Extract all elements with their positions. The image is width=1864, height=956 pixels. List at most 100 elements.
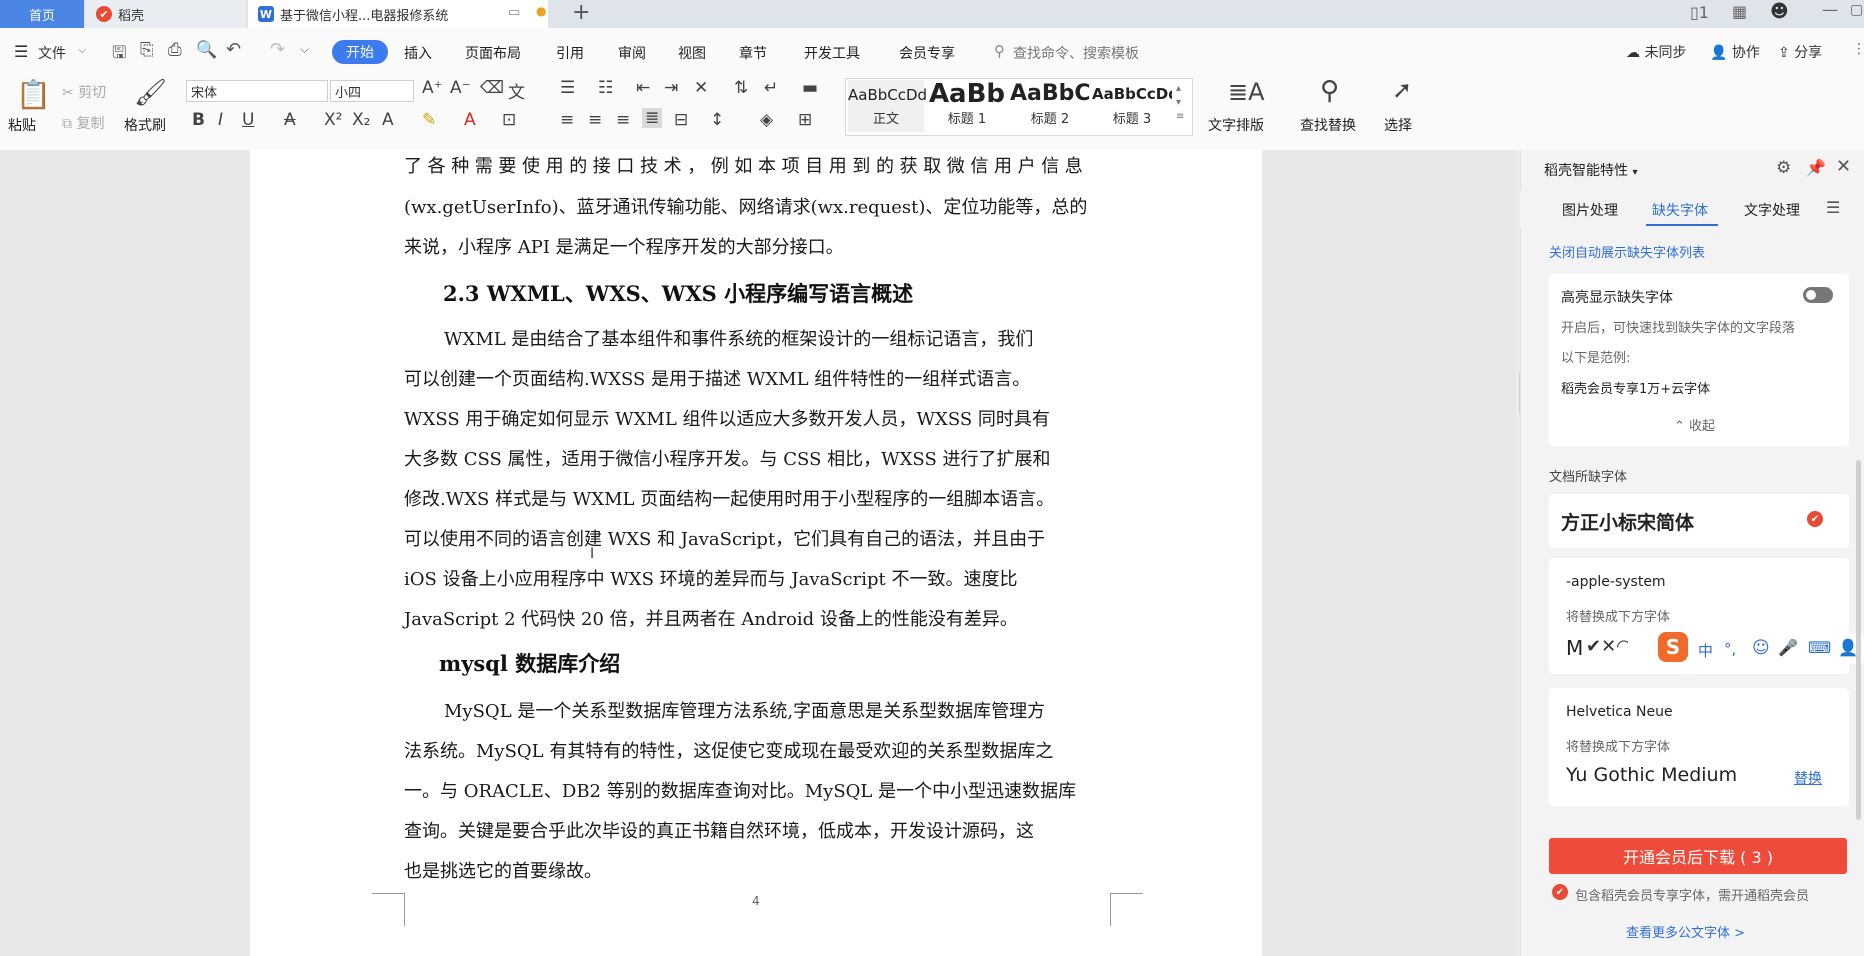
paste-button[interactable]: 粘贴 xyxy=(8,115,36,135)
gear-icon[interactable]: ⚙ xyxy=(1776,158,1791,178)
clear-format-icon[interactable]: ⌫ xyxy=(480,78,504,98)
style-gallery-scroll[interactable]: ▴ ▾ ≡ xyxy=(1176,82,1184,124)
close-icon[interactable]: ✕ xyxy=(1836,156,1851,177)
tab-missing-fonts[interactable]: 缺失字体 xyxy=(1652,200,1708,220)
keyboard-icon[interactable]: ⌨ xyxy=(1808,638,1831,657)
format-painter-button[interactable]: 格式刷 xyxy=(124,115,166,135)
panel-menu-icon[interactable]: ☰ xyxy=(1826,198,1840,217)
user-profile-icon[interactable]: 👤 xyxy=(1838,638,1858,657)
restore-icon[interactable]: ▢ xyxy=(1850,2,1863,18)
tab-image-processing[interactable]: 图片处理 xyxy=(1562,200,1618,220)
font-color-icon[interactable]: A xyxy=(464,110,476,130)
ime-chinese-mode[interactable]: 中 xyxy=(1698,640,1713,661)
tab-start[interactable]: 开始 xyxy=(332,40,388,64)
sort-icon[interactable]: ⇅ xyxy=(734,78,748,98)
more-vertical-icon[interactable]: ⋮ xyxy=(1852,41,1864,57)
close-auto-link[interactable]: 关闭自动展示缺失字体列表 xyxy=(1549,242,1705,261)
tab-reference[interactable]: 引用 xyxy=(556,43,584,63)
strikethrough-icon[interactable]: A xyxy=(284,110,296,130)
tab-page-layout[interactable]: 页面布局 xyxy=(465,43,521,63)
borders-icon[interactable]: ⊞ xyxy=(798,110,812,130)
apps-grid-icon[interactable]: ▦ xyxy=(1732,2,1747,21)
tab-home[interactable]: 首页 xyxy=(0,0,84,28)
tab-document[interactable]: W 基于微信小程...电器报修系统 ▭ ● xyxy=(248,0,548,28)
ime-punctuation[interactable]: °, xyxy=(1724,640,1736,658)
highlight-toggle[interactable] xyxy=(1803,287,1833,303)
tab-review[interactable]: 审阅 xyxy=(618,43,646,63)
export-icon[interactable]: ⎘ xyxy=(140,40,154,60)
pinyin-icon[interactable]: 文 xyxy=(508,78,525,103)
print-preview-icon[interactable]: 🔍 xyxy=(196,40,217,60)
increase-indent-icon[interactable]: ⇥ xyxy=(664,78,678,98)
more-icon[interactable]: ⌵ xyxy=(300,42,309,57)
sync-status[interactable]: ☁ 未同步 xyxy=(1626,42,1686,62)
line-spacing-icon[interactable]: ↕ xyxy=(710,110,724,130)
tab-monitor-icon[interactable]: ▭ xyxy=(508,5,520,20)
shrink-font-icon[interactable]: A⁻ xyxy=(450,78,471,98)
char-border-icon[interactable]: ⊡ xyxy=(502,110,516,130)
align-center-icon[interactable]: ≡ xyxy=(588,110,602,130)
command-search-input[interactable]: 查找命令、搜索模板 xyxy=(1013,43,1139,63)
replace-link[interactable]: 替换 xyxy=(1794,768,1822,788)
save-icon[interactable]: 🖫 xyxy=(112,40,126,69)
sogou-logo-icon[interactable]: S xyxy=(1658,632,1688,662)
text-layout-button[interactable]: 文字排版 xyxy=(1208,115,1264,135)
tab-ruler-icon[interactable]: ▬ xyxy=(802,78,818,98)
chevron-down-icon[interactable]: ⌵ xyxy=(78,43,86,57)
superscript-icon[interactable]: X² xyxy=(324,110,342,130)
select-button[interactable]: 选择 xyxy=(1384,115,1412,135)
style-normal[interactable]: AaBbCcDd 正文 xyxy=(848,80,927,132)
format-painter-icon[interactable]: 🖌 xyxy=(134,78,167,108)
text-effect-icon[interactable]: A xyxy=(382,110,394,130)
panel-scrollbar[interactable] xyxy=(1856,460,1861,820)
decrease-indent-icon[interactable]: ⇤ xyxy=(636,78,650,98)
underline-icon[interactable]: U xyxy=(242,110,254,130)
download-button[interactable]: 开通会员后下载 ( 3 ) xyxy=(1549,838,1847,874)
style-heading3[interactable]: AaBbCcDd 标题 3 xyxy=(1092,80,1172,132)
shading-icon[interactable]: ◈ xyxy=(760,110,773,130)
italic-icon[interactable]: I xyxy=(218,110,223,130)
paste-icon[interactable]: 📋 xyxy=(16,78,51,111)
justify-icon[interactable]: ≣ xyxy=(642,108,663,128)
highlight-icon[interactable]: ✎ xyxy=(422,110,436,130)
font-name-select[interactable]: 宋体 xyxy=(186,80,328,102)
emoji-icon[interactable]: ☺ xyxy=(1752,638,1770,658)
panel-title[interactable]: 稻壳智能特性 ▾ xyxy=(1544,160,1637,180)
hamburger-icon[interactable]: ☰ xyxy=(14,42,28,61)
tab-chapter[interactable]: 章节 xyxy=(739,43,767,63)
bullet-list-icon[interactable]: ☰ xyxy=(560,78,575,98)
undo-icon[interactable]: ↶ xyxy=(226,39,241,60)
grow-font-icon[interactable]: A⁺ xyxy=(422,78,443,98)
print-icon[interactable]: ⎙ xyxy=(168,40,182,60)
distributed-icon[interactable]: ⊟ xyxy=(674,110,688,130)
file-menu[interactable]: 文件 xyxy=(38,43,66,63)
redo-icon[interactable]: ↷ xyxy=(270,39,285,60)
layout-icon[interactable]: ▯1 xyxy=(1690,3,1709,22)
align-right-icon[interactable]: ≡ xyxy=(616,110,630,130)
avatar[interactable]: ☻ xyxy=(1770,1,1789,22)
collab-button[interactable]: 👤 协作 xyxy=(1710,42,1760,62)
tab-text-processing[interactable]: 文字处理 xyxy=(1744,200,1800,220)
font-size-select[interactable]: 小四 xyxy=(330,80,414,102)
tab-view[interactable]: 视图 xyxy=(678,43,706,63)
copy-button[interactable]: ⧉ 复制 xyxy=(62,113,104,133)
share-button[interactable]: ⇪ 分享 xyxy=(1778,42,1822,62)
numbered-list-icon[interactable]: ☷ xyxy=(598,78,613,98)
tab-developer[interactable]: 开发工具 xyxy=(804,43,860,63)
minimize-icon[interactable]: — xyxy=(1822,0,1838,19)
new-tab-button[interactable]: + xyxy=(572,0,590,25)
tab-daoke[interactable]: ✔ 稻壳 xyxy=(86,0,246,28)
subscript-icon[interactable]: X₂ xyxy=(352,110,370,130)
align-left-icon[interactable]: ≡ xyxy=(560,110,574,130)
style-heading2[interactable]: AaBbC 标题 2 xyxy=(1010,80,1090,132)
tab-member[interactable]: 会员专享 xyxy=(899,43,955,63)
microphone-icon[interactable]: 🎤 xyxy=(1778,638,1798,657)
collapse-button[interactable]: ⌃ 收起 xyxy=(1674,415,1715,434)
find-replace-button[interactable]: 查找替换 xyxy=(1300,115,1356,135)
cut-button[interactable]: ✂ 剪切 xyxy=(62,82,106,102)
style-heading1[interactable]: AaBb 标题 1 xyxy=(928,80,1006,132)
bold-icon[interactable]: B xyxy=(192,110,205,130)
pin-icon[interactable]: 📌 xyxy=(1806,158,1826,177)
tab-insert[interactable]: 插入 xyxy=(404,43,432,63)
show-marks-icon[interactable]: ↵ xyxy=(764,78,778,98)
